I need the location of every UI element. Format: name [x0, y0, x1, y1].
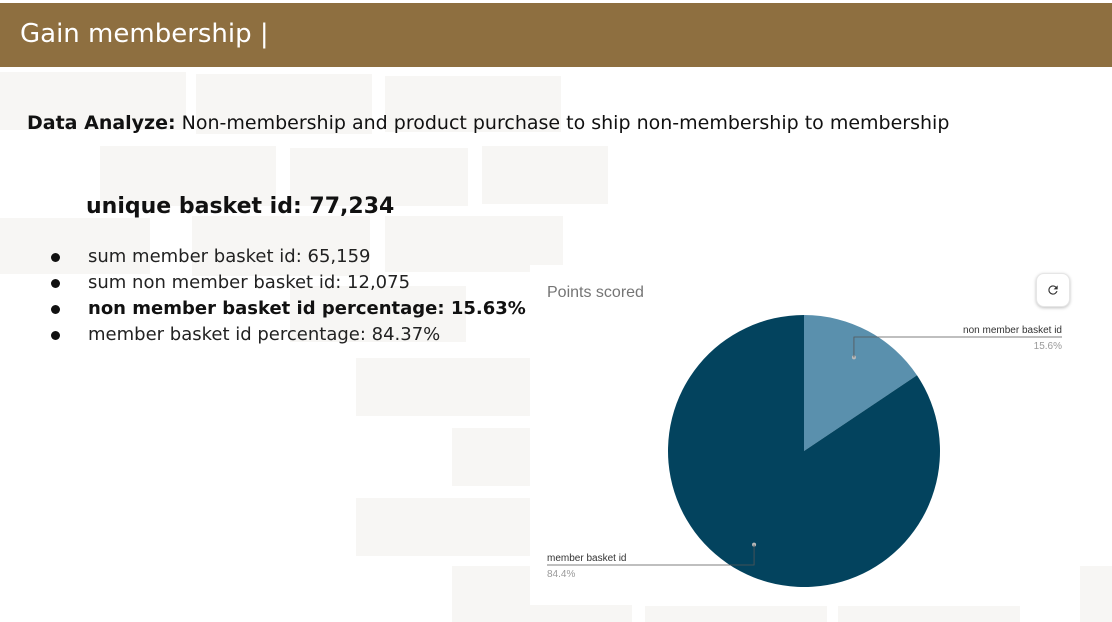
intro-text: Non-membership and product purchase to s… [175, 112, 950, 134]
stat-text: non member basket id percentage: 15.63% [88, 298, 526, 319]
bullet-icon [51, 305, 60, 314]
intro-label: Data Analyze: [27, 112, 176, 134]
list-item: non member basket id percentage: 15.63% [48, 296, 526, 322]
list-item: sum non member basket id: 12,075 [48, 270, 526, 296]
intro-line: Data Analyze: Non-membership and product… [27, 112, 949, 134]
slice-percent-label: 15.6% [1034, 341, 1062, 352]
bullet-icon [51, 331, 60, 340]
pie-chart: non member basket id 15.6% member basket i… [547, 315, 1062, 587]
stats-list: sum member basket id: 65,159 sum non mem… [48, 244, 526, 348]
stat-text: sum non member basket id: 12,075 [88, 272, 411, 293]
stat-text: member basket id percentage: 84.37% [88, 324, 441, 345]
page-title: Gain membership | [20, 19, 269, 49]
bullet-icon [51, 253, 60, 262]
list-item: sum member basket id: 65,159 [48, 244, 526, 270]
slice-percent-label: 84.4% [547, 569, 575, 580]
slice-label: non member basket id [963, 325, 1062, 336]
summary-title: unique basket id: 77,234 [86, 194, 395, 219]
stat-text: sum member basket id: 65,159 [88, 246, 371, 267]
list-item: member basket id percentage: 84.37% [48, 322, 526, 348]
bullet-icon [51, 279, 60, 288]
slide-header: Gain membership | [0, 3, 1112, 67]
slice-label: member basket id [547, 553, 626, 564]
pie-chart-card: Points scored non member basket id 15.6% m… [530, 265, 1078, 605]
